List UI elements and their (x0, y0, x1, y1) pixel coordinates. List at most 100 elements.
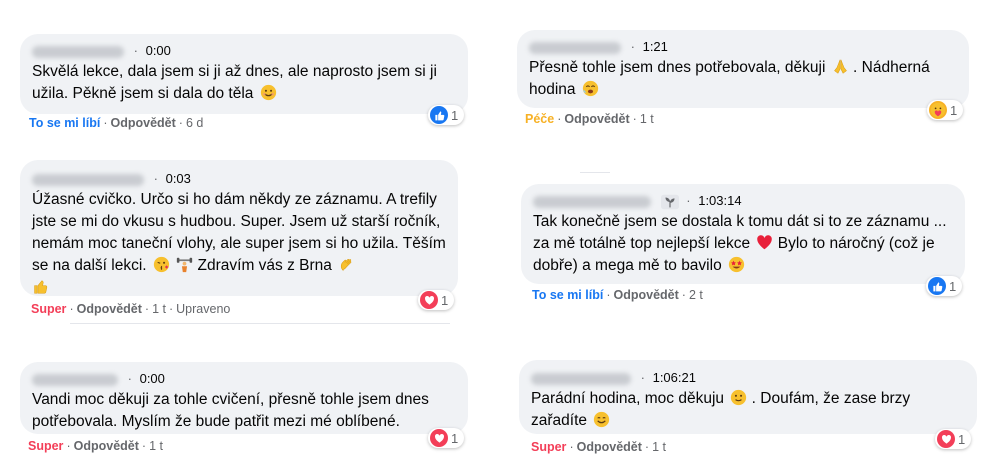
comment-age[interactable]: 1 t (152, 302, 166, 316)
reply-button[interactable]: Odpovědět (577, 440, 642, 454)
reaction-summary[interactable]: 1 (418, 290, 455, 310)
comment-age[interactable]: 1 t (652, 440, 666, 454)
reaction-summary[interactable]: 1 (428, 105, 465, 125)
comment-age[interactable]: 6 d (186, 116, 203, 130)
separator: · (168, 302, 174, 316)
comment-meta: · 1:03:14 (533, 192, 953, 209)
thumbs-up-emoji-icon (34, 280, 48, 294)
love-icon (937, 430, 955, 448)
comment-text-body: Přesně tohle jsem dnes potřebovala, děku… (529, 59, 826, 76)
separator: · (686, 193, 691, 208)
reaction-button[interactable]: To se mi líbí (29, 116, 100, 130)
care-icon (929, 101, 947, 119)
reaction-summary[interactable]: 1 (428, 428, 465, 448)
separator: · (141, 439, 147, 453)
author-name-blurred[interactable] (32, 173, 144, 186)
comment-meta: · 0:00 (32, 42, 456, 59)
separator: · (632, 112, 637, 126)
separator: · (69, 302, 74, 316)
comment-bubble: · 0:03 Úžasné cvičko. Určo si ho dám něk… (20, 160, 458, 296)
separator: · (681, 288, 686, 302)
separator: · (133, 43, 138, 58)
separator: · (66, 439, 71, 453)
reply-button[interactable]: Odpovědět (77, 302, 142, 316)
seedling-badge-icon[interactable] (660, 194, 679, 210)
separator: · (178, 116, 183, 130)
separator: · (153, 171, 158, 186)
video-timestamp[interactable]: 0:00 (140, 371, 165, 386)
video-timestamp[interactable]: 0:00 (146, 43, 171, 58)
video-timestamp[interactable]: 0:03 (166, 171, 191, 186)
red-heart-emoji-icon (757, 235, 773, 250)
reply-button[interactable]: Odpovědět (74, 439, 139, 453)
edited-label[interactable]: Upraveno (176, 302, 230, 316)
waving-hand-emoji-icon (341, 259, 352, 272)
folded-hands-emoji-icon (833, 59, 847, 74)
smiling-face-emoji-icon (594, 411, 610, 428)
video-timestamp[interactable]: 1:03:14 (698, 193, 741, 208)
comment-meta: · 1:06:21 (531, 369, 965, 386)
kissing-face-emoji-icon (153, 256, 170, 273)
separator: · (144, 302, 150, 316)
reply-button[interactable]: Odpovědět (564, 112, 629, 126)
comment-bubble: · 1:03:14 Tak konečně jsem se dostala k … (521, 184, 965, 284)
comment-age[interactable]: 2 t (689, 288, 703, 302)
author-name-blurred[interactable] (529, 41, 621, 54)
author-name-blurred[interactable] (32, 45, 124, 58)
comment-actions: To se mi líbí · Odpovědět · 6 d (29, 116, 203, 130)
comment-meta: · 0:03 (32, 170, 446, 187)
comment-meta: · 0:00 (32, 370, 456, 387)
comment-actions: Super · Odpovědět · 1 t (28, 439, 163, 453)
reaction-button[interactable]: Super (31, 302, 66, 316)
separator: · (606, 288, 611, 302)
reaction-button[interactable]: Super (28, 439, 63, 453)
reaction-count: 1 (950, 102, 958, 118)
separator: · (644, 440, 650, 454)
smiling-face-emoji-icon (260, 84, 276, 101)
reply-button[interactable]: Odpovědět (613, 288, 678, 302)
reply-button[interactable]: Odpovědět (110, 116, 175, 130)
reaction-summary[interactable]: 1 (927, 100, 964, 120)
comment-meta: · 1:21 (529, 38, 957, 55)
comment-actions: Super · Odpovědět · 1 t · Upraveno (31, 302, 230, 316)
comment-actions: To se mi líbí · Odpovědět · 2 t (532, 288, 703, 302)
comment-text: Skvělá lekce, dala jsem si ji až dnes, a… (32, 61, 456, 105)
reaction-count: 1 (441, 292, 449, 308)
love-icon (420, 291, 438, 309)
comment-text: Parádní hodina, moc děkuju . Doufám, že … (531, 388, 965, 432)
author-name-blurred[interactable] (32, 373, 118, 386)
reaction-count: 1 (949, 278, 957, 294)
reaction-summary[interactable]: 1 (935, 429, 972, 449)
comment-text-body: Vandi moc děkuji za tohle cvičení, přesn… (32, 391, 429, 430)
comment-bubble: · 1:21 Přesně tohle jsem dnes potřeboval… (517, 30, 969, 108)
comment-text-body: Parádní hodina, moc děkuju (531, 390, 725, 407)
comment-text-suffix: Zdravím vás z Brna (197, 257, 332, 274)
divider (580, 172, 610, 173)
video-timestamp[interactable]: 1:21 (643, 39, 668, 54)
reaction-button[interactable]: To se mi líbí (532, 288, 603, 302)
video-timestamp[interactable]: 1:06:21 (653, 370, 696, 385)
comment-text: Úžasné cvičko. Určo si ho dám někdy ze z… (32, 189, 446, 299)
reaction-summary[interactable]: 1 (926, 276, 963, 296)
comment-text: Tak konečně jsem se dostala k tomu dát s… (533, 211, 953, 277)
comment-bubble: · 0:00 Vandi moc děkuji za tohle cvičení… (20, 362, 468, 434)
person-lifting-weights-emoji-icon (177, 257, 193, 273)
separator: · (103, 116, 108, 130)
reaction-button[interactable]: Péče (525, 112, 554, 126)
author-name-blurred[interactable] (531, 372, 631, 385)
reaction-count: 1 (958, 431, 966, 447)
comment-bubble: · 1:06:21 Parádní hodina, moc děkuju . D… (519, 360, 977, 434)
comment-age[interactable]: 1 t (149, 439, 163, 453)
reaction-button[interactable]: Super (531, 440, 566, 454)
separator: · (630, 39, 635, 54)
divider (70, 323, 450, 324)
like-icon (928, 277, 946, 295)
comment-age[interactable]: 1 t (640, 112, 654, 126)
comment-text: Přesně tohle jsem dnes potřebovala, děku… (529, 57, 957, 101)
author-name-blurred[interactable] (533, 195, 651, 208)
separator: · (127, 371, 132, 386)
like-icon (430, 106, 448, 124)
comment-text: Vandi moc děkuji za tohle cvičení, přesn… (32, 389, 456, 433)
slightly-smiling-face-emoji-icon (731, 389, 747, 406)
comment-actions: Super · Odpovědět · 1 t (531, 440, 666, 454)
